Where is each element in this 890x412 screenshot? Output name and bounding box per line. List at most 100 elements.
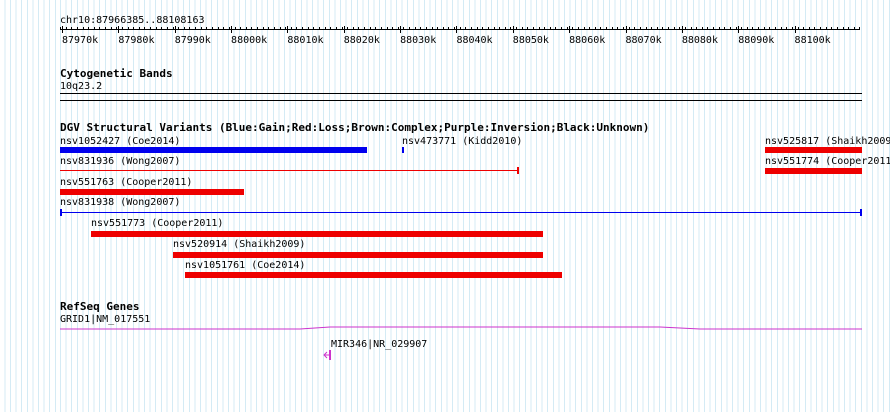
ruler-tick-label: 88060k [569, 35, 606, 46]
variant-bar-nsv520914[interactable] [173, 252, 543, 258]
ruler-minor-tick [245, 27, 247, 30]
ruler-minor-tick [572, 27, 574, 30]
ruler-minor-tick [183, 27, 185, 30]
ruler-minor-tick [178, 27, 180, 30]
ruler-minor-tick [780, 27, 782, 30]
variant-label-nsv1052427[interactable]: nsv1052427 (Coe2014) [60, 136, 180, 147]
ruler-minor-tick [189, 27, 191, 30]
ruler-minor-tick [127, 27, 129, 30]
cytoband-track-title[interactable]: Cytogenetic Bands [60, 68, 173, 79]
ruler-minor-tick [786, 27, 788, 30]
ruler-minor-tick [808, 27, 810, 30]
variant-line-nsv831936[interactable] [60, 170, 517, 171]
ruler-minor-tick [713, 27, 715, 30]
ruler-minor-tick [848, 27, 850, 30]
ruler-minor-tick [437, 27, 439, 30]
ruler-minor-tick [290, 27, 292, 30]
ruler-minor-tick [352, 27, 354, 30]
variant-bar-nsv1052427[interactable] [60, 147, 367, 153]
variant-label-nsv551773[interactable]: nsv551773 (Cooper2011) [91, 218, 223, 229]
cytoband-label[interactable]: 10q23.2 [60, 81, 102, 92]
ruler-minor-tick [257, 27, 259, 30]
variant-endcap-nsv831938 [860, 209, 862, 216]
gene-model-grid1[interactable] [60, 322, 862, 336]
variant-label-nsv1051761[interactable]: nsv1051761 (Coe2014) [185, 260, 305, 271]
ruler-minor-tick [544, 27, 546, 30]
ruler-minor-tick [696, 27, 698, 30]
variant-label-nsv473771[interactable]: nsv473771 (Kidd2010) [402, 136, 522, 147]
variant-endcap-nsv831936 [517, 167, 519, 174]
ruler-tick-label: 88090k [738, 35, 775, 46]
ruler-minor-tick [842, 27, 844, 30]
ruler-tick-label: 88070k [625, 35, 662, 46]
refseq-track-title[interactable]: RefSeq Genes [60, 301, 139, 312]
ruler-minor-tick [853, 27, 855, 30]
variant-line-nsv831938[interactable] [60, 212, 862, 213]
ruler-minor-tick [155, 27, 157, 30]
ruler-minor-tick [746, 27, 748, 30]
ruler-minor-tick [499, 27, 501, 30]
location-label: chr10:87966385..88108163 [60, 15, 205, 26]
variant-bar-nsv551763[interactable] [60, 189, 244, 195]
ruler-minor-tick [617, 27, 619, 30]
variant-bar-nsv551773[interactable] [91, 231, 543, 237]
variant-label-nsv551763[interactable]: nsv551763 (Cooper2011) [60, 177, 192, 188]
ruler-minor-tick [313, 27, 315, 30]
ruler-minor-tick [634, 27, 636, 30]
ruler-minor-tick [831, 27, 833, 30]
ruler-minor-tick [88, 27, 90, 30]
ruler-minor-tick [262, 27, 264, 30]
ruler-minor-tick [775, 27, 776, 30]
ruler-minor-tick [577, 27, 579, 30]
ruler-minor-tick [302, 27, 304, 30]
ruler-minor-tick [138, 27, 140, 30]
ruler-minor-tick [504, 27, 506, 30]
ruler-minor-tick [454, 27, 456, 30]
ruler-minor-tick [330, 27, 332, 30]
cytoband-line-bottom [60, 100, 862, 101]
ruler-minor-tick [555, 27, 557, 30]
ruler-minor-tick [859, 27, 861, 30]
ruler-tick [62, 26, 63, 33]
ruler-tick [456, 26, 458, 33]
gene-label-mir346[interactable]: MIR346|NR_029907 [331, 339, 427, 350]
ruler-minor-tick [729, 27, 731, 30]
ruler-minor-tick [93, 27, 95, 30]
variant-label-nsv520914[interactable]: nsv520914 (Shaikh2009) [173, 239, 305, 250]
ruler-minor-tick [341, 27, 343, 30]
variant-label-nsv525817[interactable]: nsv525817 (Shaikh2009 [765, 136, 890, 147]
ruler-minor-tick [459, 27, 461, 30]
ruler-minor-tick [110, 27, 112, 30]
variant-label-nsv831938[interactable]: nsv831938 (Wong2007) [60, 197, 180, 208]
ruler-minor-tick [752, 27, 754, 30]
ruler-tick-label: 88080k [681, 35, 718, 46]
ruler-tick [118, 26, 120, 33]
ruler-minor-tick [105, 27, 107, 30]
ruler-minor-tick [651, 27, 653, 30]
ruler-minor-tick [656, 27, 658, 30]
ruler-tick-label: 87980k [118, 35, 155, 46]
variant-bar-nsv525817[interactable] [765, 147, 862, 153]
ruler-minor-tick [594, 27, 596, 30]
ruler-minor-tick [76, 27, 78, 30]
ruler-tick [343, 26, 345, 33]
variant-label-nsv831936[interactable]: nsv831936 (Wong2007) [60, 156, 180, 167]
ruler-minor-tick [611, 27, 613, 30]
ruler-minor-tick [606, 27, 608, 30]
ruler-minor-tick [223, 27, 225, 30]
variant-bar-nsv473771[interactable] [402, 147, 404, 153]
dgv-track-title[interactable]: DGV Structural Variants (Blue:Gain;Red:L… [60, 122, 649, 133]
ruler-minor-tick [324, 27, 326, 30]
gene-model-mir346[interactable] [322, 349, 336, 361]
variant-bar-nsv551774[interactable] [765, 168, 862, 174]
genome-browser-view: chr10:87966385..88108163 87970k 87980k 879… [0, 0, 890, 412]
ruler-minor-tick [724, 27, 726, 30]
ruler-tick [512, 26, 514, 33]
ruler-minor-tick [268, 27, 270, 30]
ruler-tick [738, 26, 740, 33]
variant-bar-nsv1051761[interactable] [185, 272, 562, 278]
ruler-minor-tick [707, 27, 709, 30]
variant-label-nsv551774[interactable]: nsv551774 (Cooper2011 [765, 156, 890, 167]
ruler-minor-tick [150, 27, 152, 30]
ruler-minor-tick [487, 27, 489, 30]
